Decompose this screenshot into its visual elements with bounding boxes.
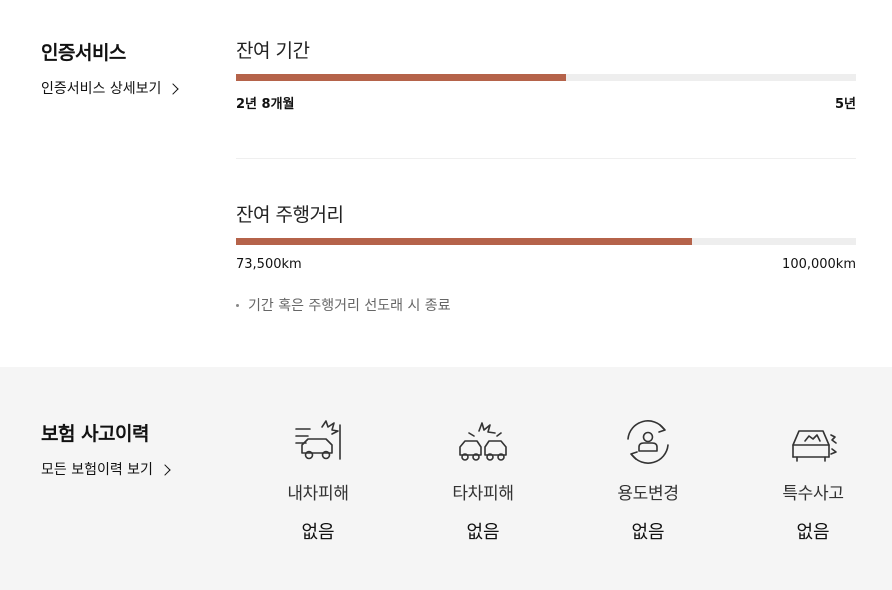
chevron-right-icon <box>159 463 171 476</box>
remaining-period-title: 잔여 기간 <box>236 40 310 62</box>
usage-change-icon <box>627 420 669 464</box>
certification-detail-link-label: 인증서비스 상세보기 <box>41 81 162 97</box>
own-car-damage-icon <box>295 420 341 460</box>
remaining-mileage-current: 73,500km <box>236 257 302 272</box>
accident-label: 용도변경 <box>617 484 679 504</box>
insurance-title: 보험 사고이력 <box>41 423 150 445</box>
bullet-icon <box>236 303 239 307</box>
remaining-mileage-fill <box>236 238 692 245</box>
accident-label: 타차피해 <box>452 484 514 504</box>
termination-note: 기간 혹은 주행거리 선도래 시 종료 <box>236 295 451 315</box>
insurance-history-link[interactable]: 모든 보험이력 보기 <box>41 459 171 479</box>
accident-item-usage-change: 용도변경 없음 <box>593 419 703 544</box>
other-car-damage-icon <box>459 422 507 461</box>
certification-detail-link[interactable]: 인증서비스 상세보기 <box>41 78 180 98</box>
accident-item-other-car-damage: 타차피해 없음 <box>428 419 538 544</box>
special-accident-icon <box>792 430 837 462</box>
remaining-mileage-title: 잔여 주행거리 <box>236 204 344 226</box>
accident-value: 없음 <box>796 522 830 543</box>
remaining-period-bar <box>236 74 856 81</box>
remaining-mileage-bar <box>236 238 856 245</box>
certification-section: 인증서비스 인증서비스 상세보기 잔여 기간 2년 8개월 5년 잔여 주행거리… <box>0 0 892 367</box>
insurance-history-link-label: 모든 보험이력 보기 <box>41 462 153 478</box>
accident-item-own-car-damage: 내차피해 없음 <box>263 419 373 544</box>
termination-note-text: 기간 혹은 주행거리 선도래 시 종료 <box>248 298 451 314</box>
remaining-period-fill <box>236 74 566 81</box>
divider <box>236 158 856 159</box>
accident-label: 특수사고 <box>782 484 844 504</box>
accident-value: 없음 <box>631 522 665 543</box>
accident-value: 없음 <box>301 522 335 543</box>
remaining-period-current: 2년 8개월 <box>236 97 295 112</box>
insurance-section: 보험 사고이력 모든 보험이력 보기 내차피해 없음 타차피해 없음 용도변경 … <box>0 367 892 590</box>
accident-label: 내차피해 <box>287 484 349 504</box>
chevron-right-icon <box>167 82 180 95</box>
accident-value: 없음 <box>466 522 500 543</box>
remaining-period-max: 5년 <box>834 97 856 112</box>
certification-title: 인증서비스 <box>41 42 126 64</box>
remaining-mileage-max: 100,000km <box>782 257 856 272</box>
accident-item-special-accident: 특수사고 없음 <box>758 419 868 544</box>
